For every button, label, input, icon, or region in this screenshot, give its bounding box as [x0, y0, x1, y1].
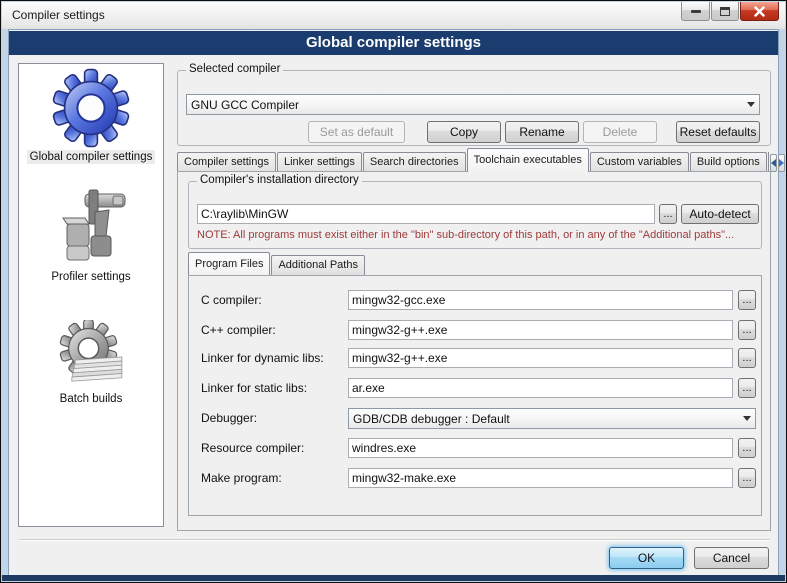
- tab-search-directories[interactable]: Search directories: [363, 152, 466, 172]
- settings-category-list: Global compiler settings: [18, 63, 164, 527]
- selected-compiler-dropdown[interactable]: GNU GCC Compiler: [186, 94, 760, 115]
- maximize-button[interactable]: [711, 2, 739, 21]
- set-as-default-button[interactable]: Set as default: [308, 121, 405, 143]
- toolchain-executables-panel: Compiler's installation directory ... Au…: [177, 171, 771, 531]
- cancel-button[interactable]: Cancel: [694, 547, 769, 569]
- linker-static-input[interactable]: [348, 378, 733, 398]
- tab-scroll-right-button[interactable]: [778, 154, 785, 172]
- resource-compiler-input[interactable]: [348, 438, 733, 458]
- close-button[interactable]: [740, 2, 779, 21]
- programs-subtab-bar: Program Files Additional Paths: [188, 254, 366, 275]
- auto-detect-button[interactable]: Auto-detect: [681, 204, 759, 224]
- reset-defaults-button[interactable]: Reset defaults: [676, 121, 760, 143]
- delete-button[interactable]: Delete: [583, 121, 657, 143]
- subtab-additional-paths[interactable]: Additional Paths: [271, 255, 365, 275]
- field-row-linker-static: Linker for static libs: ...: [189, 378, 761, 399]
- field-row-resource-compiler: Resource compiler: ...: [189, 438, 761, 459]
- minimize-icon: [691, 10, 701, 13]
- tab-linker-settings[interactable]: Linker settings: [277, 152, 362, 172]
- field-row-c-compiler: C compiler: ...: [189, 290, 761, 311]
- linker-dynamic-input[interactable]: [348, 348, 733, 368]
- tab-overflow-sliver: [768, 152, 769, 172]
- subtab-program-files[interactable]: Program Files: [188, 252, 270, 275]
- compiler-settings-window: Compiler settings Global compiler settin…: [0, 0, 787, 583]
- window-frame-bottom: [2, 575, 785, 581]
- field-label: Make program:: [201, 471, 282, 485]
- sidebar-item-profiler-settings[interactable]: Profiler settings: [48, 188, 133, 284]
- page-title: Global compiler settings: [9, 31, 778, 55]
- c-compiler-input[interactable]: [348, 290, 733, 310]
- tab-compiler-settings[interactable]: Compiler settings: [177, 152, 276, 172]
- debugger-value: GDB/CDB debugger : Default: [349, 412, 738, 426]
- field-label: Resource compiler:: [201, 441, 304, 455]
- footer-divider: [19, 539, 770, 541]
- window-title: Compiler settings: [12, 8, 105, 22]
- tab-build-options[interactable]: Build options: [690, 152, 767, 172]
- make-program-input[interactable]: [348, 468, 733, 488]
- chevron-left-icon: [771, 159, 776, 167]
- rename-button[interactable]: Rename: [505, 121, 579, 143]
- copy-button[interactable]: Copy: [427, 121, 501, 143]
- install-directory-note: NOTE: All programs must exist either in …: [197, 229, 734, 241]
- cpp-compiler-input[interactable]: [348, 320, 733, 340]
- field-row-cpp-compiler: C++ compiler: ...: [189, 320, 761, 341]
- sidebar-item-label: Batch builds: [57, 392, 126, 406]
- resource-compiler-browse-button[interactable]: ...: [738, 438, 756, 458]
- dialog-client-area: Global compiler settings: [8, 29, 779, 576]
- tab-custom-variables[interactable]: Custom variables: [590, 152, 689, 172]
- linker-dynamic-browse-button[interactable]: ...: [738, 348, 756, 368]
- field-label: C++ compiler:: [201, 323, 276, 337]
- selected-compiler-value: GNU GCC Compiler: [187, 98, 742, 112]
- maximize-icon: [720, 7, 730, 16]
- minimize-button[interactable]: [681, 2, 710, 21]
- chevron-down-icon: [747, 102, 755, 107]
- install-directory-group: Compiler's installation directory ... Au…: [188, 181, 762, 249]
- install-directory-browse-button[interactable]: ...: [659, 204, 677, 224]
- selected-compiler-group: Selected compiler GNU GCC Compiler Set a…: [177, 70, 771, 146]
- tab-toolchain-executables[interactable]: Toolchain executables: [467, 148, 589, 172]
- tab-scroll-left-button[interactable]: [770, 154, 777, 172]
- field-label: C compiler:: [201, 293, 262, 307]
- install-directory-input[interactable]: [197, 204, 655, 224]
- debugger-dropdown[interactable]: GDB/CDB debugger : Default: [348, 408, 756, 429]
- caliper-icon: [51, 188, 131, 268]
- chevron-right-icon: [779, 159, 784, 167]
- close-icon: [754, 6, 765, 17]
- gray-gear-stack-icon: [51, 320, 131, 390]
- selected-compiler-group-label: Selected compiler: [186, 63, 283, 75]
- sidebar-item-global-compiler-settings[interactable]: Global compiler settings: [27, 68, 156, 164]
- field-row-make-program: Make program: ...: [189, 468, 761, 489]
- field-row-debugger: Debugger: GDB/CDB debugger : Default: [189, 408, 761, 429]
- settings-tab-bar: Compiler settings Linker settings Search…: [177, 150, 771, 172]
- linker-static-browse-button[interactable]: ...: [738, 378, 756, 398]
- sidebar-item-label: Global compiler settings: [27, 150, 156, 164]
- chevron-down-icon: [743, 416, 751, 421]
- field-label: Linker for dynamic libs:: [201, 351, 324, 365]
- cpp-compiler-browse-button[interactable]: ...: [738, 320, 756, 340]
- sidebar-item-label: Profiler settings: [48, 270, 133, 284]
- ok-button[interactable]: OK: [609, 547, 684, 569]
- install-directory-group-label: Compiler's installation directory: [197, 174, 362, 186]
- field-row-linker-dynamic: Linker for dynamic libs: ...: [189, 348, 761, 369]
- c-compiler-browse-button[interactable]: ...: [738, 290, 756, 310]
- field-label: Debugger:: [201, 411, 257, 425]
- titlebar[interactable]: Compiler settings: [2, 2, 785, 29]
- make-program-browse-button[interactable]: ...: [738, 468, 756, 488]
- sidebar-item-batch-builds[interactable]: Batch builds: [51, 320, 131, 406]
- field-label: Linker for static libs:: [201, 381, 307, 395]
- blue-gear-icon: [51, 68, 131, 148]
- program-files-panel: C compiler: ... C++ compiler: ... Linker…: [188, 275, 762, 516]
